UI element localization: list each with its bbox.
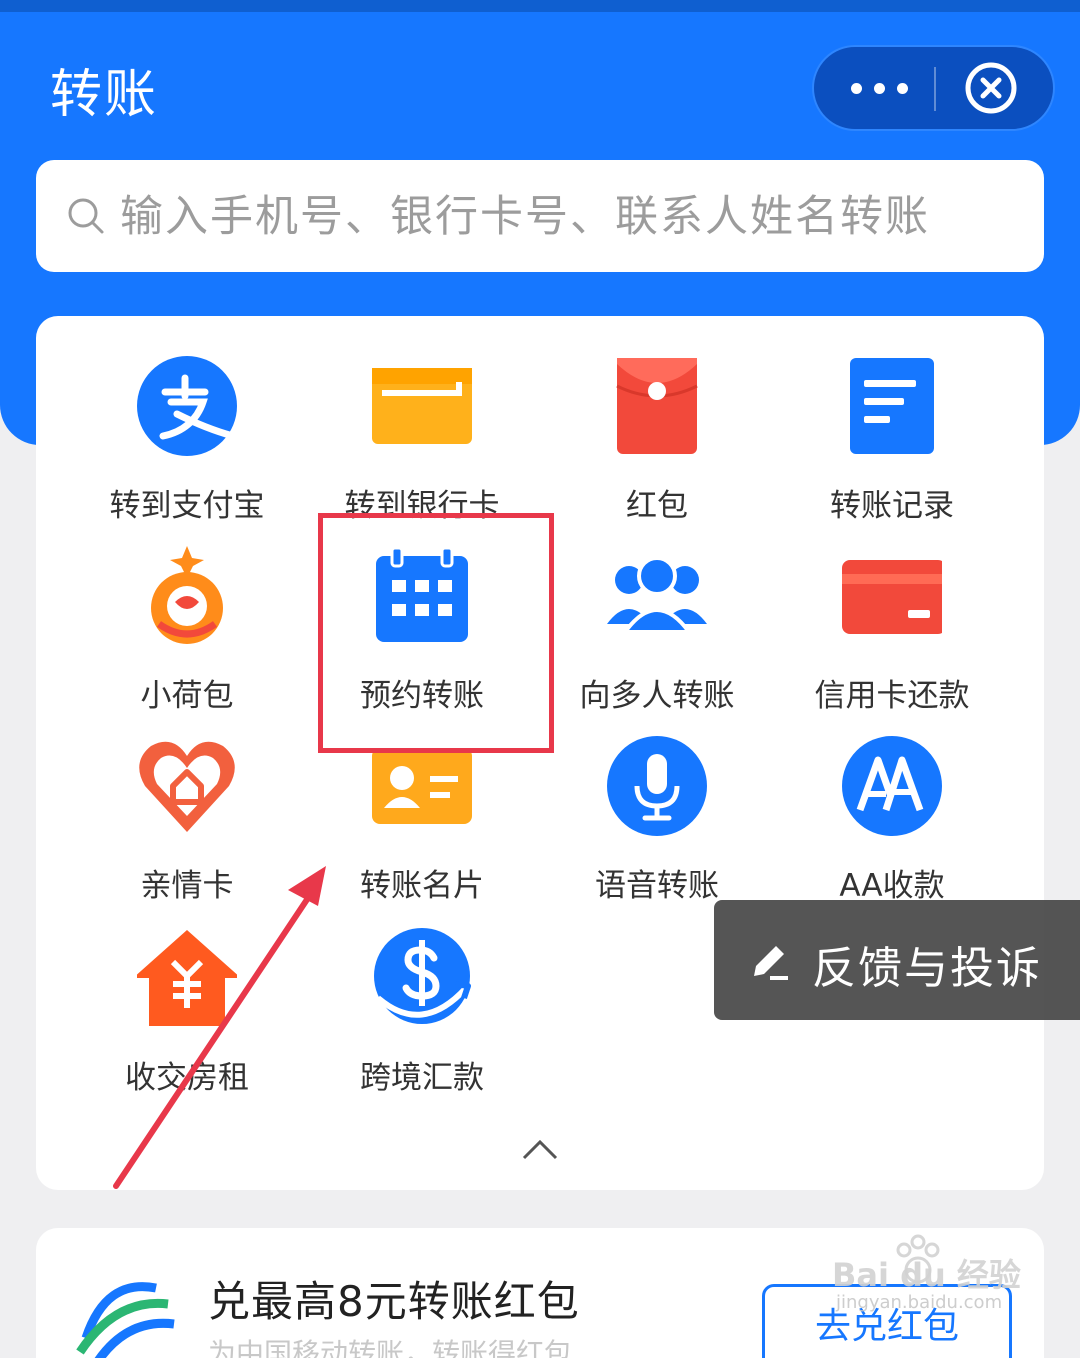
promo-title: 兑最高8元转账红包 xyxy=(208,1277,580,1326)
feedback-label: 反馈与投诉 xyxy=(812,943,1042,994)
chevron-up-icon[interactable] xyxy=(522,1138,558,1160)
grid-item-cross-border-remittance[interactable]: 跨境汇款 xyxy=(307,928,537,1108)
search-bar xyxy=(36,160,1044,274)
feedback-button[interactable]: 反馈与投诉 xyxy=(714,900,1080,1020)
grid-item-label: 预约转账 xyxy=(360,678,484,714)
grid-item-label: 转账名片 xyxy=(360,868,484,904)
grid-item-credit-card-repayment[interactable]: 信用卡还款 xyxy=(777,546,1007,726)
pencil-icon xyxy=(754,946,788,980)
grid-item-multi-person-transfer[interactable]: 向多人转账 xyxy=(542,546,772,726)
grid-item-bank-card-transfer[interactable]: 转到银行卡 xyxy=(307,356,537,536)
grid-item-scheduled-transfer[interactable]: 预约转账 xyxy=(307,546,537,726)
alipay-icon xyxy=(137,356,237,456)
grid-item-label: 红包 xyxy=(626,488,688,524)
calendar-icon xyxy=(376,546,468,642)
aa-icon xyxy=(842,736,942,836)
grid-item-label: 向多人转账 xyxy=(579,678,735,714)
grid-item-label: 语音转账 xyxy=(595,868,719,904)
grid-item-red-envelope[interactable]: 红包 xyxy=(542,356,772,536)
grid-item-voice-transfer[interactable]: 语音转账 xyxy=(542,736,772,916)
grid-item-label: 转账记录 xyxy=(830,488,954,524)
grid-item-label: 小荷包 xyxy=(140,678,234,714)
group-icon xyxy=(607,556,707,634)
grid-item-rent-payment[interactable]: 收交房租 xyxy=(72,928,302,1108)
watermark-url: jingyan.baidu.com xyxy=(836,1292,1003,1313)
close-icon[interactable] xyxy=(964,61,1018,115)
grid-item-label: 收交房租 xyxy=(125,1060,249,1096)
grid-item-aa-collection[interactable]: AA收款 xyxy=(777,736,1007,916)
grid-item-alipay-transfer[interactable]: 转到支付宝 xyxy=(72,356,302,536)
microphone-icon xyxy=(607,736,707,836)
grid-item-label: 跨境汇款 xyxy=(360,1060,484,1096)
grid-item-label: AA收款 xyxy=(839,868,945,904)
family-card-icon xyxy=(139,741,235,832)
mini-app-capsule xyxy=(812,45,1055,131)
function-grid: 转到支付宝 转到银行卡 红包 转账记录 小荷包 预约转账 向多人转账 信用卡还款… xyxy=(36,316,1044,1190)
more-button[interactable] xyxy=(814,47,944,129)
grid-item-label: 信用卡还款 xyxy=(814,678,970,714)
capsule-divider xyxy=(934,67,936,111)
red-envelope-icon xyxy=(616,358,698,454)
search-input[interactable] xyxy=(118,160,1022,274)
more-dot-icon xyxy=(873,82,885,94)
grid-item-label: 亲情卡 xyxy=(140,868,234,904)
rent-house-icon xyxy=(137,930,237,1026)
grid-item-label: 转到银行卡 xyxy=(344,488,500,524)
more-dot-icon xyxy=(896,82,908,94)
grid-item-transfer-business-card[interactable]: 转账名片 xyxy=(307,736,537,916)
grid-item-label: 转到支付宝 xyxy=(109,488,265,524)
search-icon xyxy=(68,198,104,234)
watermark-text: Bai du 经验 xyxy=(832,1256,1021,1294)
grid-item-family-card[interactable]: 亲情卡 xyxy=(72,736,302,916)
cross-border-remit-icon xyxy=(374,928,471,1024)
grid-item-small-pouch[interactable]: 小荷包 xyxy=(72,546,302,726)
more-dot-icon xyxy=(850,82,862,94)
promo-subtitle: 为中国移动转账，转账得红包 xyxy=(208,1337,573,1358)
pouch-icon xyxy=(151,546,223,644)
records-icon xyxy=(850,358,934,454)
bank-card-icon xyxy=(372,368,472,444)
business-card-icon xyxy=(372,748,472,824)
credit-card-icon xyxy=(842,560,942,634)
grid-item-transfer-records[interactable]: 转账记录 xyxy=(777,356,1007,536)
status-bar-strip xyxy=(0,0,1080,12)
page-title: 转账 xyxy=(50,65,159,125)
china-mobile-logo-icon xyxy=(76,1282,175,1358)
